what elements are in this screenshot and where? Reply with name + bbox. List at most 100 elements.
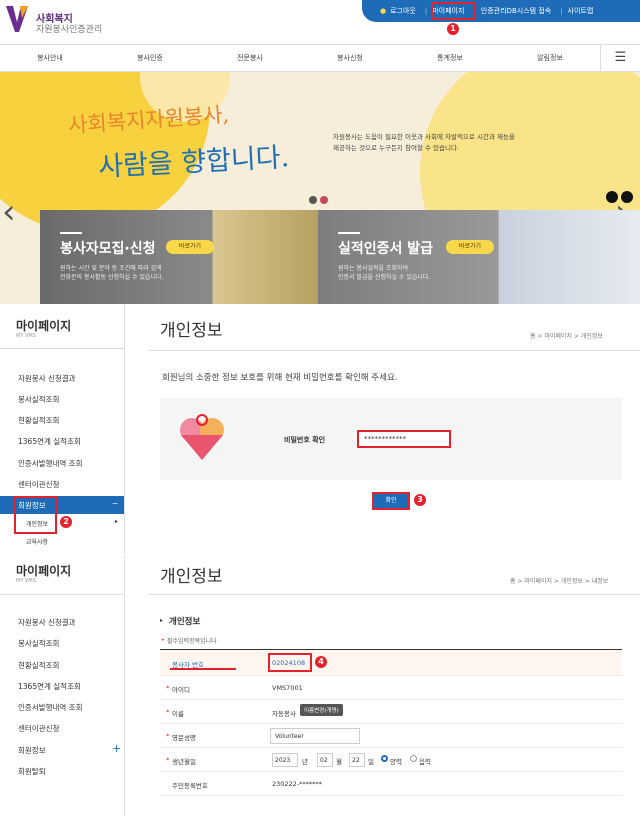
lnb-subtitle: MY VMS — [16, 333, 36, 339]
step-badge-3: 3 — [414, 494, 426, 506]
required-mark: * — [166, 708, 170, 716]
utility-bar: ● 로그아웃 | 마이페이지 | 인증관리DB시스템 접속 | 사이트맵 — [362, 0, 640, 22]
page-title: 개인정보 — [160, 321, 223, 341]
lnb-item[interactable]: 자원봉사 신청결과 — [18, 617, 76, 628]
lnb-item[interactable]: 현황실적조회 — [18, 415, 59, 426]
birth-month-input[interactable]: 02 — [317, 753, 333, 767]
form-row: * 아이디 VMS7001 — [160, 676, 622, 700]
logout-link[interactable]: 로그아웃 — [390, 6, 416, 16]
play-icon[interactable] — [606, 191, 618, 203]
lnb-item[interactable]: 봉사실적조회 — [18, 638, 59, 649]
lnb-item[interactable]: 현황실적조회 — [18, 660, 59, 671]
lunar-radio[interactable] — [410, 755, 417, 762]
title-divider — [148, 594, 640, 595]
lnb-item[interactable]: 인증서발행내역 조회 — [18, 458, 82, 469]
required-mark: • — [161, 637, 165, 644]
lnb-item[interactable]: 1365연계 실적조회 — [18, 436, 81, 447]
card-desc-line2: 인증서 발급을 신청하실 수 있습니다. — [338, 274, 431, 281]
card-go-button[interactable]: 바로가기 — [166, 240, 214, 254]
nav-item[interactable]: 알림정보 — [500, 45, 600, 71]
breadcrumb: 홈 > 마이페이지 > 개인정보 > 내정보 — [510, 578, 609, 585]
breadcrumb: 홈 > 마이페이지 > 개인정보 — [530, 333, 603, 340]
day-label: 일 — [368, 758, 374, 766]
section-bullet-icon: ▸ — [160, 617, 164, 624]
member-info-highlight — [14, 496, 57, 534]
lnb-item[interactable]: 인증서발행내역 조회 — [18, 702, 82, 713]
card-line — [338, 232, 360, 234]
step-badge-4: 4 — [315, 656, 327, 668]
notice-text: 회원님의 소중한 정보 보호를 위해 현재 비밀번호를 확인해 주세요. — [162, 373, 398, 383]
slide-dot[interactable] — [320, 196, 328, 204]
nav-item[interactable]: 봉사안내 — [0, 45, 100, 71]
card-go-button[interactable]: 바로가기 — [446, 240, 494, 254]
form-row: * 이름 자동봉사 이름변경(개명) — [160, 700, 622, 724]
rename-button[interactable]: 이름변경(개명) — [300, 704, 343, 716]
section-divider — [124, 556, 125, 816]
lnb-item[interactable]: 센터이관신청 — [18, 723, 59, 734]
user-name: 자동봉사 — [272, 710, 296, 718]
confirm-button[interactable]: 확인 — [372, 492, 410, 510]
nav-item[interactable]: 봉사신청 — [300, 45, 400, 71]
lnb-sub-item[interactable]: 교육사항 — [26, 537, 48, 546]
nav-item[interactable]: 전문봉사 — [200, 45, 300, 71]
title-divider — [148, 350, 640, 351]
birth-day-input[interactable]: 22 — [349, 753, 365, 767]
solar-radio[interactable] — [381, 755, 388, 762]
lnb-item[interactable]: 1365연계 실적조회 — [18, 681, 81, 692]
resident-number: 230222-******* — [272, 780, 322, 788]
birth-year-input[interactable]: 2023 — [272, 753, 298, 767]
password-input[interactable]: ************ — [357, 430, 451, 448]
certificate-card[interactable]: 실적인증서 발급 바로가기 원하는 봉사실적을 조회하여 인증서 발급을 신청하… — [318, 210, 640, 304]
solar-label: 양력 — [390, 758, 402, 766]
chevron-right-icon: ▸ — [115, 518, 119, 525]
recruit-card[interactable]: 봉사자모집·신청 바로가기 원하는 시간 및 분야 등 조건에 따라 검색 전화… — [40, 210, 318, 304]
user-icon: ● — [380, 7, 387, 15]
collapse-icon[interactable]: − — [112, 499, 118, 508]
lnb-title: 마이페이지 — [16, 319, 72, 333]
lnb-divider — [0, 594, 124, 595]
lnb-item[interactable]: 회원탈퇴 — [18, 766, 46, 777]
lnb-item[interactable]: 자원봉사 신청결과 — [18, 373, 76, 384]
label-underline — [170, 668, 236, 670]
heart-illustration — [180, 414, 224, 460]
expand-icon[interactable]: + — [112, 742, 121, 755]
slide-dot[interactable] — [309, 196, 317, 204]
db-link[interactable]: 인증관리DB시스템 접속 — [481, 6, 551, 16]
step-badge-1: 1 — [447, 23, 459, 35]
lnb-title: 마이페이지 — [16, 564, 72, 578]
banner-desc-line2: 제공하는 것으로 누구든지 참여할 수 있습니다. — [333, 144, 460, 152]
field-label: 생년월일 — [172, 758, 196, 766]
volunteer-number-highlight — [268, 653, 312, 672]
field-label: 영문성명 — [172, 734, 196, 742]
required-note: 필수입력항목입니다 — [167, 638, 217, 645]
card-desc: 원하는 봉사실적을 조회하여 인증서 발급을 신청하실 수 있습니다. — [338, 264, 498, 282]
sitemap-link[interactable]: 사이트맵 — [568, 6, 594, 16]
required-mark: * — [166, 732, 170, 740]
logo-icon[interactable] — [6, 6, 28, 32]
step-badge-2: 2 — [60, 516, 72, 528]
form-row: * 영문성명 Volunteer — [160, 724, 622, 748]
logo-line2[interactable]: 자원봉사인증관리 — [36, 22, 102, 35]
card-title: 봉사자모집·신청 — [60, 241, 156, 257]
form-row: 주민등록번호 230222-******* — [160, 772, 622, 796]
user-id: VMS7001 — [272, 684, 303, 692]
card-line — [60, 232, 82, 234]
english-name-input[interactable]: Volunteer — [270, 728, 360, 744]
required-mark: * — [166, 684, 170, 692]
card-desc: 원하는 시간 및 분야 등 조건에 따라 검색 전화문의 봉사활동 신청하실 수… — [60, 264, 220, 282]
field-label: 아이디 — [172, 686, 190, 694]
main-nav: 봉사안내 봉사인증 전문봉사 봉사신청 통계정보 알림정보 ☰ — [0, 44, 640, 72]
card-desc-line1: 원하는 시간 및 분야 등 조건에 따라 검색 — [60, 265, 162, 272]
page-title: 개인정보 — [160, 567, 223, 587]
nav-item[interactable]: 봉사인증 — [100, 45, 200, 71]
required-mark: * — [166, 756, 170, 764]
pause-icon[interactable] — [621, 191, 633, 203]
lnb-item[interactable]: 봉사실적조회 — [18, 394, 59, 405]
field-label: 주민등록번호 — [172, 782, 208, 790]
lnb-item[interactable]: 회원정보 — [18, 745, 46, 756]
nav-item[interactable]: 통계정보 — [400, 45, 500, 71]
prev-arrow-icon[interactable]: ‹ — [2, 192, 16, 232]
lnb-item[interactable]: 센터이관신청 — [18, 479, 59, 490]
hamburger-menu-icon[interactable]: ☰ — [600, 45, 640, 71]
mypage-highlight — [431, 2, 475, 20]
